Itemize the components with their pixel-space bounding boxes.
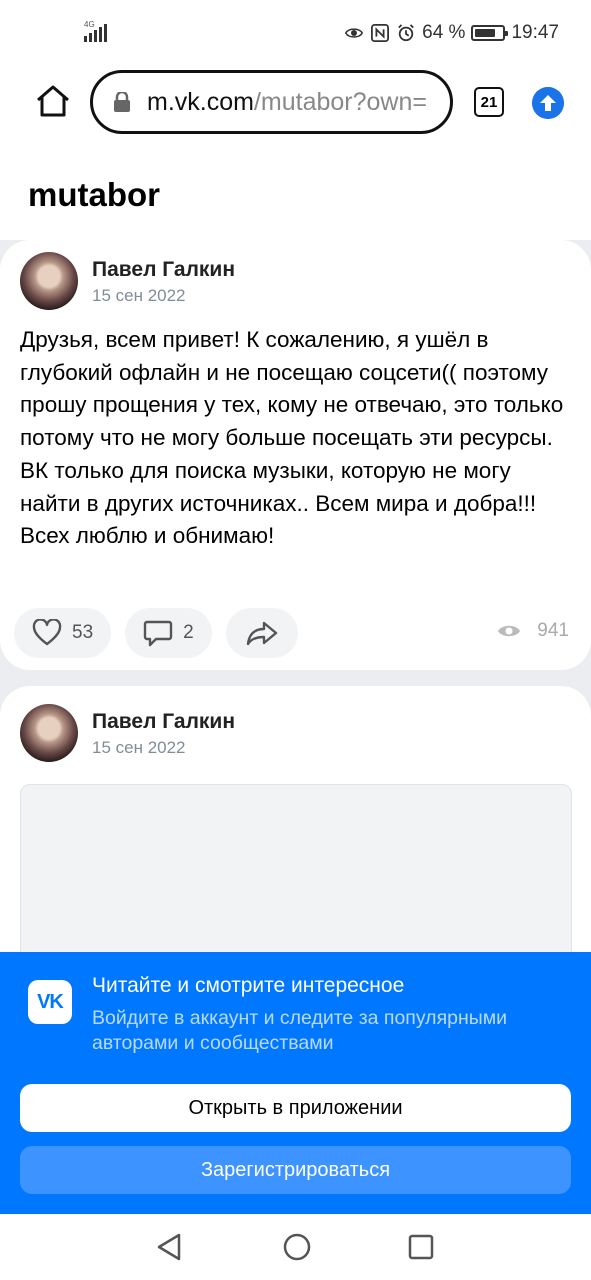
comment-icon bbox=[143, 620, 173, 647]
post-author[interactable]: Павел Галкин bbox=[92, 710, 235, 734]
nfc-icon bbox=[371, 24, 390, 42]
url-domain: m.vk.com bbox=[147, 87, 254, 116]
app-promo-banner: VK Читайте и смотрите интересное Войдите… bbox=[0, 952, 591, 1214]
view-count: 941 bbox=[537, 620, 569, 641]
url-text: m.vk.com/mutabor?own= bbox=[147, 88, 427, 117]
home-icon[interactable] bbox=[34, 82, 72, 120]
comment-count: 2 bbox=[183, 622, 194, 643]
battery-icon bbox=[471, 25, 509, 41]
battery-percent: 64 % bbox=[422, 22, 466, 43]
post-date[interactable]: 15 сен 2022 bbox=[92, 286, 186, 306]
recent-apps-icon[interactable] bbox=[408, 1234, 434, 1260]
tabs-icon: 21 bbox=[480, 93, 498, 111]
eye-icon bbox=[498, 625, 521, 637]
heart-icon bbox=[32, 619, 62, 646]
system-nav-bar bbox=[0, 1214, 591, 1280]
view-counter: 941 bbox=[497, 620, 569, 642]
tabs-button[interactable]: 21 bbox=[474, 87, 504, 117]
promo-title: Читайте и смотрите интересное bbox=[92, 974, 405, 997]
comment-button[interactable]: 2 bbox=[125, 608, 212, 658]
post-card: Павел Галкин 15 сен 2022 Друзья, всем пр… bbox=[0, 240, 591, 670]
register-button[interactable]: Зарегистрироваться bbox=[20, 1146, 571, 1194]
url-path: /mutabor?own= bbox=[253, 87, 427, 116]
browser-toolbar: m.vk.com/mutabor?own= 21 bbox=[0, 68, 591, 148]
promo-subtitle: Войдите в аккаунт и следите за популярны… bbox=[92, 1007, 508, 1054]
share-button[interactable] bbox=[225, 608, 298, 658]
update-icon[interactable] bbox=[532, 87, 564, 119]
share-icon bbox=[246, 621, 277, 646]
post-date[interactable]: 15 сен 2022 bbox=[92, 738, 186, 758]
clock: 19:47 bbox=[511, 22, 559, 43]
address-bar[interactable]: m.vk.com/mutabor?own= bbox=[90, 70, 453, 134]
post-text: Друзья, всем привет! К сожалению, я ушёл… bbox=[20, 327, 564, 549]
like-count: 53 bbox=[72, 622, 94, 643]
avatar[interactable] bbox=[20, 704, 78, 762]
vk-logo-icon: VK bbox=[28, 980, 72, 1024]
home-circle-icon[interactable] bbox=[282, 1232, 312, 1262]
network-type: 4G bbox=[84, 20, 95, 29]
eye-icon bbox=[345, 28, 364, 38]
lock-icon bbox=[114, 92, 130, 112]
back-icon[interactable] bbox=[155, 1232, 183, 1262]
avatar[interactable] bbox=[20, 252, 78, 310]
page-header: mutabor bbox=[0, 148, 591, 240]
open-in-app-button[interactable]: Открыть в приложении bbox=[20, 1084, 571, 1132]
page-title: mutabor bbox=[28, 176, 160, 213]
post-author[interactable]: Павел Галкин bbox=[92, 258, 235, 282]
signal-icon: 4G bbox=[84, 20, 107, 42]
like-button[interactable]: 53 bbox=[14, 608, 112, 658]
alarm-icon bbox=[398, 24, 414, 42]
status-bar: 4G 64 % 19:47 bbox=[0, 0, 591, 68]
